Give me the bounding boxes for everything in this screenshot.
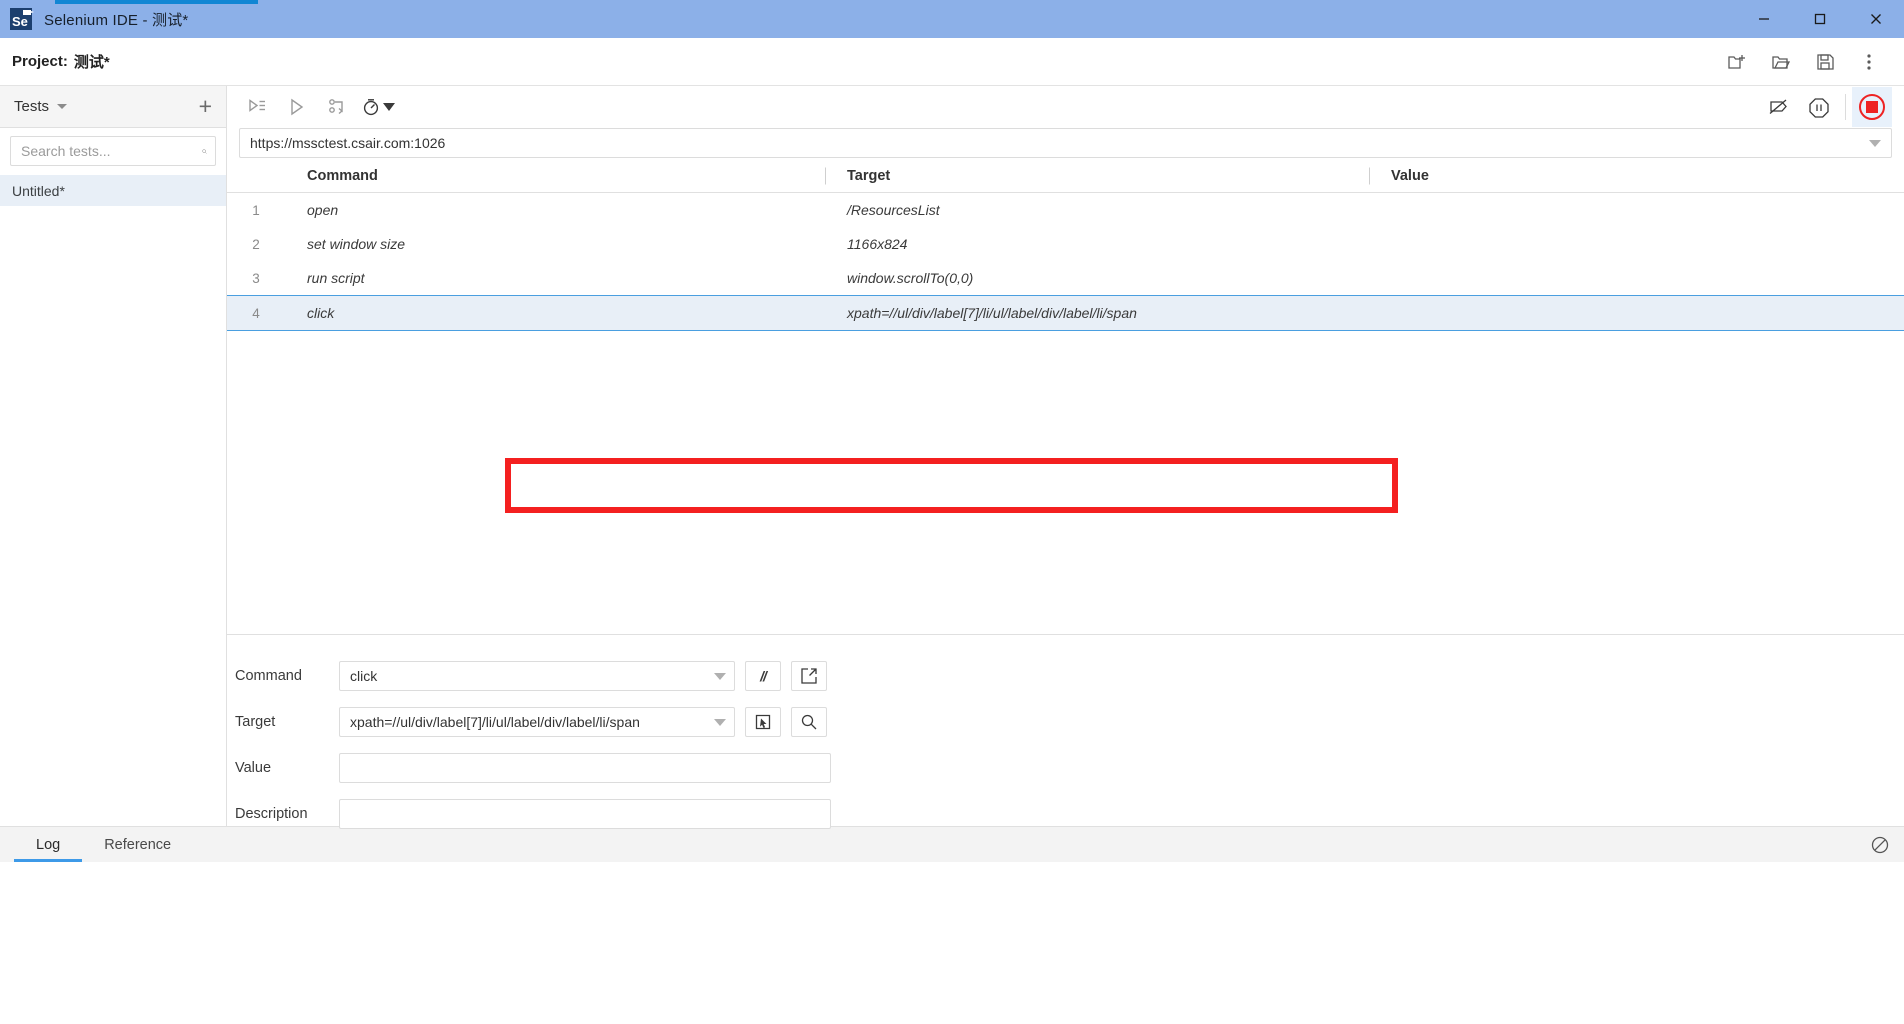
sidebar-item-untitled[interactable]: Untitled* xyxy=(0,175,226,206)
window-title: Selenium IDE - 测试* xyxy=(44,11,189,29)
new-project-icon[interactable] xyxy=(1716,42,1758,82)
record-icon-inner xyxy=(1866,101,1878,113)
command-combobox[interactable] xyxy=(339,661,735,691)
row-command[interactable]: click xyxy=(285,305,825,321)
title-accent-stripe xyxy=(0,0,1776,4)
table-row[interactable]: 2 set window size 1166x824 xyxy=(227,227,1904,261)
table-empty-space[interactable] xyxy=(227,331,1904,531)
minimize-icon[interactable] xyxy=(1736,0,1792,38)
search-icon xyxy=(202,148,207,154)
row-target[interactable]: 1166x824 xyxy=(825,236,1369,252)
table-row[interactable]: 3 run script window.scrollTo(0,0) xyxy=(227,261,1904,295)
tab-reference-label: Reference xyxy=(104,836,172,853)
description-input[interactable] xyxy=(339,799,831,829)
target-label: Target xyxy=(235,714,276,730)
row-target[interactable]: xpath=//ul/div/label[7]/li/ul/label/div/… xyxy=(825,305,1369,321)
run-all-tests-icon[interactable] xyxy=(237,87,277,127)
row-number: 2 xyxy=(252,236,260,252)
commands-table: Command Target Value 1 open /ResourcesLi… xyxy=(227,158,1904,634)
row-number: 3 xyxy=(252,270,260,286)
header-command[interactable]: Command xyxy=(285,168,825,184)
target-combobox[interactable] xyxy=(339,707,735,737)
selenium-logo-text: Se xyxy=(12,14,28,29)
maximize-icon[interactable] xyxy=(1792,0,1848,38)
selenium-ide-window: Se Selenium IDE - 测试* Project: 测试* Tests… xyxy=(0,0,1904,1024)
row-command[interactable]: open xyxy=(285,202,825,218)
tests-sidebar: Tests + Untitled* xyxy=(0,86,227,826)
select-target-icon[interactable] xyxy=(745,707,781,737)
command-input[interactable] xyxy=(350,668,714,684)
table-header-row: Command Target Value xyxy=(227,159,1904,193)
row-number: 4 xyxy=(252,305,260,321)
command-dropdown-caret-icon[interactable] xyxy=(714,672,726,680)
search-tests-wrap xyxy=(0,128,226,175)
step-over-icon[interactable] xyxy=(317,87,357,127)
project-label: Project: xyxy=(12,53,68,70)
base-url-dropdown-caret-icon[interactable] xyxy=(1869,139,1881,147)
speed-dropdown-caret-icon[interactable] xyxy=(382,103,395,111)
editor-content: Command Target Value 1 open /ResourcesLi… xyxy=(227,86,1904,829)
row-number: 1 xyxy=(252,202,260,218)
pause-icon[interactable] xyxy=(1799,87,1839,127)
header-value[interactable]: Value xyxy=(1369,168,1904,184)
main-area: Tests + Untitled* xyxy=(0,86,1904,829)
row-target[interactable]: /ResourcesList xyxy=(825,202,1369,218)
add-test-button[interactable]: + xyxy=(199,95,212,118)
find-target-icon[interactable] xyxy=(791,707,827,737)
playback-right-actions xyxy=(1759,87,1892,127)
description-label: Description xyxy=(235,806,308,822)
chevron-down-icon[interactable] xyxy=(57,104,68,109)
form-row-value: Value xyxy=(227,745,1904,791)
tab-log-label: Log xyxy=(36,836,61,853)
base-url-combobox[interactable] xyxy=(239,128,1892,158)
table-row[interactable]: 1 open /ResourcesList xyxy=(227,193,1904,227)
more-options-icon[interactable] xyxy=(1848,42,1890,82)
search-input[interactable] xyxy=(21,143,202,159)
base-url-bar xyxy=(227,128,1904,158)
search-tests-box[interactable] xyxy=(10,136,216,166)
table-row-selected[interactable]: 4 click xpath=//ul/div/label[7]/li/ul/la… xyxy=(227,295,1904,331)
log-panel: CSDN @颜究生_ xyxy=(0,862,1904,1024)
command-label: Command xyxy=(235,668,302,684)
form-row-target: Target xyxy=(227,699,1904,745)
camera-icon xyxy=(23,10,34,15)
open-reference-icon[interactable] xyxy=(791,661,827,691)
tab-log[interactable]: Log xyxy=(14,827,83,862)
test-item-label: Untitled* xyxy=(12,182,65,199)
window-controls xyxy=(1736,0,1904,38)
row-command[interactable]: run script xyxy=(285,270,825,286)
tests-title: Tests xyxy=(14,98,50,115)
value-label: Value xyxy=(235,760,272,776)
open-project-icon[interactable] xyxy=(1760,42,1802,82)
playback-toolbar xyxy=(227,86,1904,128)
clear-log-icon[interactable] xyxy=(1870,835,1890,855)
project-name: 测试* xyxy=(73,54,110,71)
form-row-description: Description xyxy=(227,791,1904,837)
run-current-test-icon[interactable] xyxy=(277,87,317,127)
command-detail-form: Command // Target xyxy=(227,634,1904,829)
project-bar: Project: 测试* xyxy=(0,38,1904,86)
target-dropdown-caret-icon[interactable] xyxy=(714,718,726,726)
title-bar: Se Selenium IDE - 测试* xyxy=(0,0,1904,38)
tab-reference[interactable]: Reference xyxy=(82,827,193,862)
record-icon xyxy=(1859,94,1885,120)
form-row-command: Command // xyxy=(227,653,1904,699)
header-target[interactable]: Target xyxy=(825,168,1369,184)
base-url-input[interactable] xyxy=(250,135,1869,151)
value-input[interactable] xyxy=(339,753,831,783)
row-target[interactable]: window.scrollTo(0,0) xyxy=(825,270,1369,286)
close-icon[interactable] xyxy=(1848,0,1904,38)
table-body: 1 open /ResourcesList 2 set window size … xyxy=(227,193,1904,634)
row-command[interactable]: set window size xyxy=(285,236,825,252)
save-project-icon[interactable] xyxy=(1804,42,1846,82)
disable-breakpoints-icon[interactable] xyxy=(1759,87,1799,127)
project-actions xyxy=(1716,42,1890,82)
speed-control-icon[interactable] xyxy=(357,87,397,127)
selenium-logo-icon: Se xyxy=(10,8,34,30)
record-button[interactable] xyxy=(1852,87,1892,127)
tests-header: Tests + xyxy=(0,86,226,128)
target-input[interactable] xyxy=(350,714,714,730)
comment-button[interactable]: // xyxy=(745,661,781,691)
toolbar-divider xyxy=(1845,94,1846,120)
